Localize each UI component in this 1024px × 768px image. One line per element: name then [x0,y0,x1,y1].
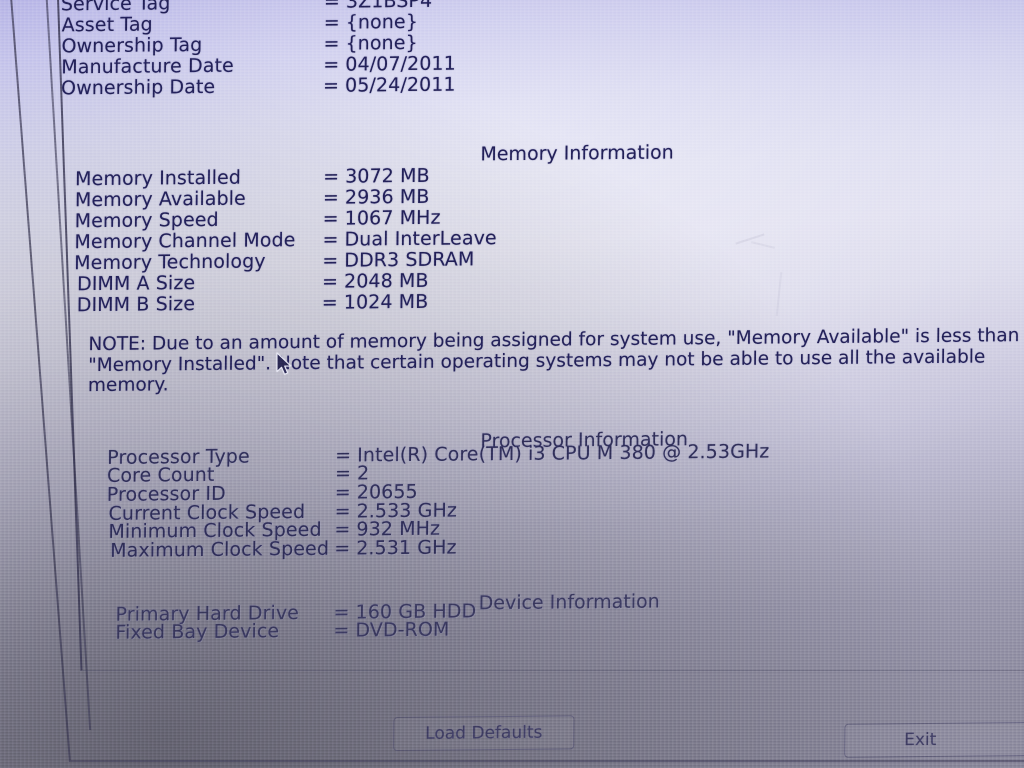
row-equals: = [322,249,339,272]
load-defaults-button[interactable]: Load Defaults [393,715,575,752]
row-equals: = [322,186,340,209]
row-value: {none} [345,10,419,34]
row-label: Processor Type [107,445,250,469]
setup-window-inner-border [44,0,1024,730]
row-equals: = [323,53,340,76]
screen-smudge [775,272,783,316]
row-label: Service Tag [60,0,171,16]
row-value: Intel(R) Core(TM) i3 CPU M 380 @ 2.53GHz [357,440,770,467]
bios-setup-screen-photo: Service Tag = 3Z1BSP4 Asset Tag = {none}… [0,0,1024,768]
row-equals: = [322,74,340,97]
memory-availability-note: NOTE: Due to an amount of memory being a… [87,325,1020,397]
system-information-panel-border [56,0,1024,671]
row-label: Minimum Clock Speed [108,518,322,543]
row-equals: = [334,518,351,541]
row-label: Memory Available [74,187,246,212]
row-label: Memory Speed [74,208,219,233]
row-equals: = [333,619,350,642]
row-label: Memory Installed [75,166,242,191]
row-equals: = [321,291,338,314]
row-value: 932 MHz [356,517,441,541]
row-value: 1067 MHz [344,206,441,230]
row-equals: = [335,444,352,467]
row-label: Ownership Tag [61,34,203,58]
row-label: Memory Channel Mode [74,229,296,254]
row-label: Manufacture Date [61,54,234,79]
row-label: Asset Tag [61,13,153,37]
row-value: 3072 MB [345,164,430,188]
row-value: 3Z1BSP4 [345,0,433,13]
row-value: 160 GB HDD [355,600,477,624]
row-value: 20655 [356,480,418,504]
row-label: Primary Hard Drive [115,602,300,626]
exit-button[interactable]: Exit [844,721,1024,758]
row-label: DIMM B Size [76,293,196,317]
row-label: Current Clock Speed [108,500,306,525]
row-label: Fixed Bay Device [115,620,280,644]
screen-smudge [735,233,765,245]
row-value: {none} [345,31,418,55]
row-equals: = [334,500,351,523]
row-value: 2.531 GHz [356,536,457,560]
lcd-pixel-grid-overlay [0,0,1024,768]
row-label: Core Count [106,463,215,487]
row-value: 1024 MB [343,290,429,314]
row-label: DIMM A Size [76,272,196,296]
row-value: 2 [356,462,370,485]
row-label: Maximum Clock Speed [110,537,330,562]
load-defaults-label: Load Defaults [425,722,543,744]
screen-vignette [0,0,1024,768]
row-value: 04/07/2011 [345,52,456,76]
arrow-cursor-icon [276,352,292,375]
row-equals: = [323,11,340,34]
row-equals: = [333,601,350,624]
row-equals: = [322,207,339,230]
row-value: Dual InterLeave [344,227,497,251]
row-value: 05/24/2011 [345,73,456,97]
setup-window-outer-border [8,0,1024,762]
row-value: DDR3 SDRAM [344,248,475,272]
screen-backlight-glow [0,0,1024,520]
row-value: 2936 MB [344,185,430,209]
row-equals: = [334,462,352,485]
row-label: Memory Technology [74,250,266,275]
row-equals: = [321,270,339,293]
row-equals: = [323,32,340,55]
section-title-processor-information: Processor Information [480,428,689,453]
section-title-memory-information: Memory Information [480,141,674,166]
row-equals: = [334,481,352,504]
row-label: Ownership Date [60,75,216,100]
row-equals: = [323,165,340,188]
row-equals: = [323,0,341,13]
row-equals: = [322,228,339,251]
screen-smudge [751,241,775,249]
row-equals: = [334,537,351,560]
exit-label: Exit [904,729,937,751]
system-information-content: Service Tag = 3Z1BSP4 Asset Tag = {none}… [0,0,1024,768]
row-value: 2.533 GHz [356,499,458,523]
row-value: 2048 MB [343,269,429,293]
row-label: Processor ID [106,482,226,506]
section-title-device-information: Device Information [478,590,660,615]
row-value: DVD-ROM [355,618,450,642]
